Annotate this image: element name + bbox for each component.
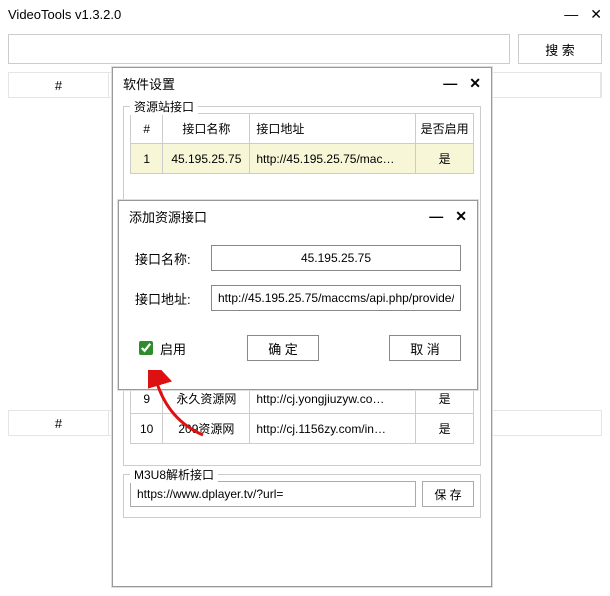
m3u8-group-label: M3U8解析接口 [130,466,218,483]
th-enabled: 是否启用 [416,114,474,144]
settings-title: 软件设置 [123,74,443,93]
col-hash: # [9,73,109,97]
main-minimize-icon[interactable]: — [564,6,578,23]
add-minimize-icon[interactable]: — [429,208,443,225]
settings-close-icon[interactable]: ✕ [469,75,481,92]
th-idx: # [131,114,163,144]
m3u8-save-button[interactable]: 保 存 [422,481,474,507]
main-close-icon[interactable]: ✕ [590,6,602,23]
app-title: VideoTools v1.3.2.0 [8,7,564,22]
cancel-button[interactable]: 取 消 [389,335,461,361]
search-input[interactable] [8,34,510,64]
table-row[interactable]: 1 45.195.25.75 http://45.195.25.75/mac… … [131,144,474,174]
name-input[interactable] [211,245,461,271]
search-button[interactable]: 搜 索 [518,34,602,64]
add-title: 添加资源接口 [129,207,429,226]
col-hash-secondary: # [9,411,109,435]
add-close-icon[interactable]: ✕ [455,208,467,225]
th-name: 接口名称 [163,114,250,144]
enable-checkbox-input[interactable] [139,341,153,355]
url-label: 接口地址: [135,289,199,308]
settings-minimize-icon[interactable]: — [443,75,457,92]
th-url: 接口地址 [250,114,416,144]
enable-checkbox[interactable]: 启用 [135,338,186,358]
enable-checkbox-label: 启用 [160,339,186,358]
m3u8-input[interactable] [130,481,416,507]
add-resource-dialog: 添加资源接口 — ✕ 接口名称: 接口地址: 启用 确 定 取 消 [118,200,478,390]
table-row[interactable]: 10 209资源网 http://cj.1156zy.com/in… 是 [131,414,474,444]
ok-button[interactable]: 确 定 [247,335,319,361]
m3u8-group: M3U8解析接口 保 存 [123,474,481,518]
url-input[interactable] [211,285,461,311]
name-label: 接口名称: [135,249,199,268]
main-titlebar: VideoTools v1.3.2.0 — ✕ [0,0,610,28]
resource-group-label: 资源站接口 [130,98,198,115]
